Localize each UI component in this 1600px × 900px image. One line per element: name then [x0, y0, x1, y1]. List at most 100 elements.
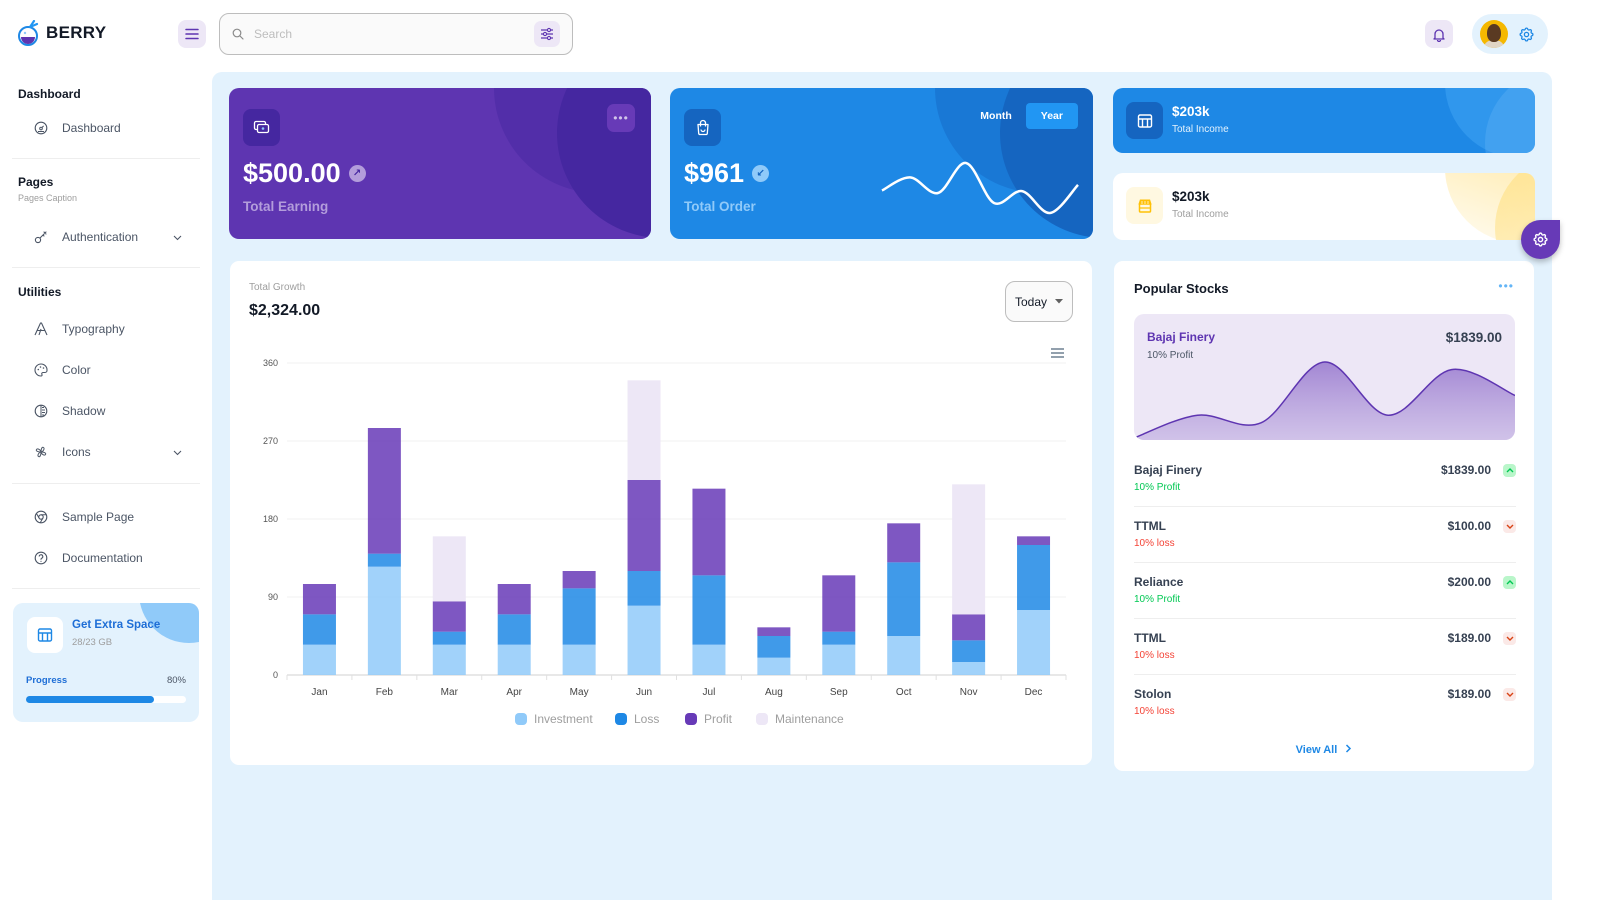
legend-marker-loss[interactable]: [615, 713, 627, 725]
chevron-down-icon: [173, 445, 182, 459]
stock-highlight: Bajaj Finery 10% Profit $1839.00: [1134, 314, 1515, 440]
profile-menu-button[interactable]: [1472, 14, 1548, 54]
sidebar-item-icons[interactable]: Icons: [12, 431, 200, 472]
bar-profit-jun[interactable]: [627, 480, 661, 571]
bar-investment-jan[interactable]: [302, 644, 336, 675]
sidebar-item-typography[interactable]: Typography: [12, 308, 200, 349]
sidebar-item-sample-page[interactable]: Sample Page: [12, 496, 200, 537]
x-tick-label: May: [570, 687, 589, 698]
bar-loss-mar[interactable]: [432, 631, 466, 645]
view-all-link[interactable]: View All: [1114, 744, 1534, 756]
bar-investment-jul[interactable]: [692, 644, 726, 675]
main-content: ••• $500.00 ↗ Total Earning Month Year $…: [212, 72, 1552, 900]
total-growth-chart: 0 90 180 270 360 Jan Feb Mar Apr May Jun Jul Aug Sep O…: [263, 358, 1067, 726]
sidebar-item-documentation[interactable]: Documentation: [12, 537, 200, 578]
bar-investment-nov[interactable]: [952, 662, 986, 675]
bell-icon: [1433, 28, 1445, 42]
sidebar-item-label: Authentication: [62, 229, 139, 244]
bar-investment-mar[interactable]: [432, 644, 466, 675]
bar-investment-oct[interactable]: [887, 636, 921, 675]
stock-row[interactable]: Stolon 10% loss $189.00: [1134, 675, 1516, 731]
search-icon: [232, 28, 244, 40]
bar-profit-oct[interactable]: [887, 523, 921, 563]
stock-row[interactable]: Reliance 10% Profit $200.00: [1134, 563, 1516, 619]
bar-loss-aug[interactable]: [757, 636, 791, 658]
search-input[interactable]: Search: [219, 13, 573, 55]
bar-investment-dec[interactable]: [1017, 610, 1051, 675]
bar-profit-jul[interactable]: [692, 488, 726, 576]
table-icon: [1126, 102, 1163, 139]
stock-name: TTML: [1134, 519, 1166, 533]
customization-button[interactable]: [1521, 220, 1560, 259]
stock-row[interactable]: TTML 10% loss $189.00: [1134, 619, 1516, 675]
period-select[interactable]: Today: [1005, 281, 1073, 322]
stock-name: Bajaj Finery: [1134, 463, 1203, 477]
bar-loss-jul[interactable]: [692, 575, 726, 645]
bar-investment-sep[interactable]: [822, 644, 856, 675]
menu-toggle-button[interactable]: [178, 20, 206, 48]
legend-marker-maintenance[interactable]: [756, 713, 768, 725]
legend-label-investment[interactable]: Investment: [534, 712, 593, 726]
bar-profit-may[interactable]: [562, 571, 596, 589]
bar-maintenance-jun[interactable]: [627, 380, 661, 480]
bar-profit-aug[interactable]: [757, 627, 791, 636]
extra-space-title[interactable]: Get Extra Space: [72, 619, 160, 631]
legend-marker-profit[interactable]: [685, 713, 697, 725]
legend-marker-investment[interactable]: [515, 713, 527, 725]
stock-row[interactable]: Bajaj Finery 10% Profit $1839.00: [1134, 451, 1516, 507]
sidebar-item-color[interactable]: Color: [12, 349, 200, 390]
bar-profit-feb[interactable]: [367, 428, 401, 554]
bar-loss-dec[interactable]: [1017, 545, 1051, 610]
bar-loss-oct[interactable]: [887, 562, 921, 636]
more-options-button[interactable]: •••: [607, 104, 635, 132]
bar-loss-sep[interactable]: [822, 631, 856, 645]
sidebar-group-caption: Pages Caption: [18, 193, 78, 203]
legend-label-profit[interactable]: Profit: [704, 712, 733, 726]
chart-menu-button[interactable]: [1051, 345, 1064, 363]
bar-profit-jan[interactable]: [302, 584, 336, 615]
bar-loss-jun[interactable]: [627, 571, 661, 606]
bar-loss-jan[interactable]: [302, 614, 336, 645]
stock-row[interactable]: TTML 10% loss $100.00: [1134, 507, 1516, 563]
bar-profit-nov[interactable]: [952, 614, 986, 641]
bar-profit-dec[interactable]: [1017, 536, 1051, 545]
bar-profit-apr[interactable]: [497, 584, 531, 615]
bar-loss-may[interactable]: [562, 588, 596, 645]
sidebar-item-authentication[interactable]: Authentication: [12, 216, 200, 257]
dashboard-icon: [34, 121, 48, 135]
x-tick-label: Jan: [311, 687, 327, 698]
legend-label-loss[interactable]: Loss: [634, 712, 659, 726]
more-horizontal-icon[interactable]: •••: [1498, 279, 1514, 293]
notifications-button[interactable]: [1425, 20, 1453, 48]
bar-profit-mar[interactable]: [432, 601, 466, 632]
toggle-year-button[interactable]: Year: [1025, 103, 1078, 129]
total-income-card-secondary: $203k Total Income: [1113, 173, 1535, 240]
bar-investment-feb[interactable]: [367, 566, 401, 675]
search-filter-button[interactable]: [534, 21, 560, 47]
sidebar-group-title: Dashboard: [18, 87, 81, 101]
stock-highlight-value: $1839.00: [1445, 330, 1502, 345]
chevron-down-icon: [1503, 520, 1516, 533]
bar-loss-nov[interactable]: [952, 640, 986, 662]
bar-loss-feb[interactable]: [367, 553, 401, 567]
x-tick-label: Apr: [506, 687, 522, 698]
bar-investment-may[interactable]: [562, 644, 596, 675]
legend-label-maintenance[interactable]: Maintenance: [775, 712, 844, 726]
area-fill: [1134, 361, 1515, 440]
bar-investment-aug[interactable]: [757, 657, 791, 675]
sidebar-item-dashboard[interactable]: Dashboard: [12, 107, 200, 148]
y-tick-label: 0: [273, 670, 278, 680]
bar-loss-apr[interactable]: [497, 614, 531, 645]
toggle-month-button[interactable]: Month: [970, 103, 1022, 129]
bar-maintenance-mar[interactable]: [432, 536, 466, 602]
logo[interactable]: BERRY: [18, 20, 106, 46]
bar-investment-jun[interactable]: [627, 605, 661, 675]
stock-name: Stolon: [1134, 687, 1172, 701]
palette-icon: [34, 362, 48, 377]
arrow-up-right-icon: ↗: [348, 165, 366, 182]
bar-investment-apr[interactable]: [497, 644, 531, 675]
bar-maintenance-nov[interactable]: [952, 484, 986, 615]
period-select-value: Today: [1014, 294, 1048, 309]
bar-profit-sep[interactable]: [822, 575, 856, 632]
sidebar-item-shadow[interactable]: Shadow: [12, 390, 200, 431]
